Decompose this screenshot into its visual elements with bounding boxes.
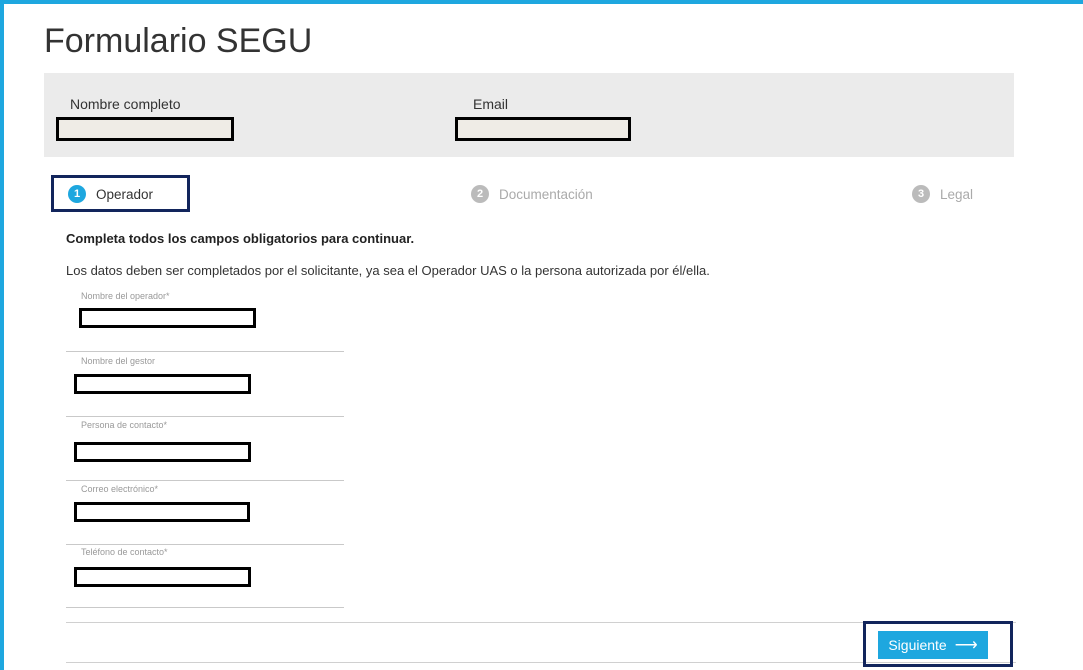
field-telefono-contacto: Teléfono de contacto*	[66, 547, 344, 608]
step-legal[interactable]: 3 Legal	[912, 185, 973, 203]
long-arrow-right-icon: ⟶	[954, 637, 978, 654]
name-value	[56, 117, 234, 141]
next-button-label: Siguiente	[888, 637, 947, 653]
step-documentacion[interactable]: 2 Documentación	[471, 185, 593, 203]
active-step-highlight	[51, 175, 190, 212]
field-label: Nombre del gestor	[81, 356, 156, 366]
field-persona-contacto: Persona de contacto*	[66, 420, 344, 481]
required-fields-notice: Completa todos los campos obligatorios p…	[66, 231, 415, 246]
telefono-contacto-input[interactable]	[74, 567, 251, 587]
step-number: 3	[912, 185, 930, 203]
field-nombre-operador: Nombre del operador*	[66, 291, 344, 352]
nombre-gestor-input[interactable]	[74, 374, 251, 394]
user-info-band: Nombre completo Email	[44, 73, 1014, 157]
persona-contacto-input[interactable]	[74, 442, 251, 462]
step-number: 2	[471, 185, 489, 203]
correo-electronico-input[interactable]	[74, 502, 250, 522]
field-label: Teléfono de contacto*	[81, 547, 168, 557]
field-label: Correo electrónico*	[81, 484, 159, 494]
instructions-text: Los datos deben ser completados por el s…	[66, 263, 710, 278]
step-label: Legal	[940, 186, 974, 202]
next-button[interactable]: Siguiente ⟶	[878, 631, 988, 659]
email-label: Email	[473, 96, 509, 112]
step-label: Documentación	[499, 186, 593, 202]
field-label: Persona de contacto*	[81, 420, 168, 430]
nombre-operador-input[interactable]	[79, 308, 256, 328]
field-nombre-gestor: Nombre del gestor	[66, 356, 344, 417]
page-title: Formulario SEGU	[44, 22, 313, 60]
window-frame-top	[0, 0, 1083, 4]
email-value	[455, 117, 631, 141]
field-label: Nombre del operador*	[81, 291, 170, 301]
field-correo-electronico: Correo electrónico*	[66, 484, 344, 545]
name-label: Nombre completo	[70, 96, 181, 112]
window-frame-left	[0, 0, 4, 670]
next-button-highlight: Siguiente ⟶	[863, 621, 1013, 667]
